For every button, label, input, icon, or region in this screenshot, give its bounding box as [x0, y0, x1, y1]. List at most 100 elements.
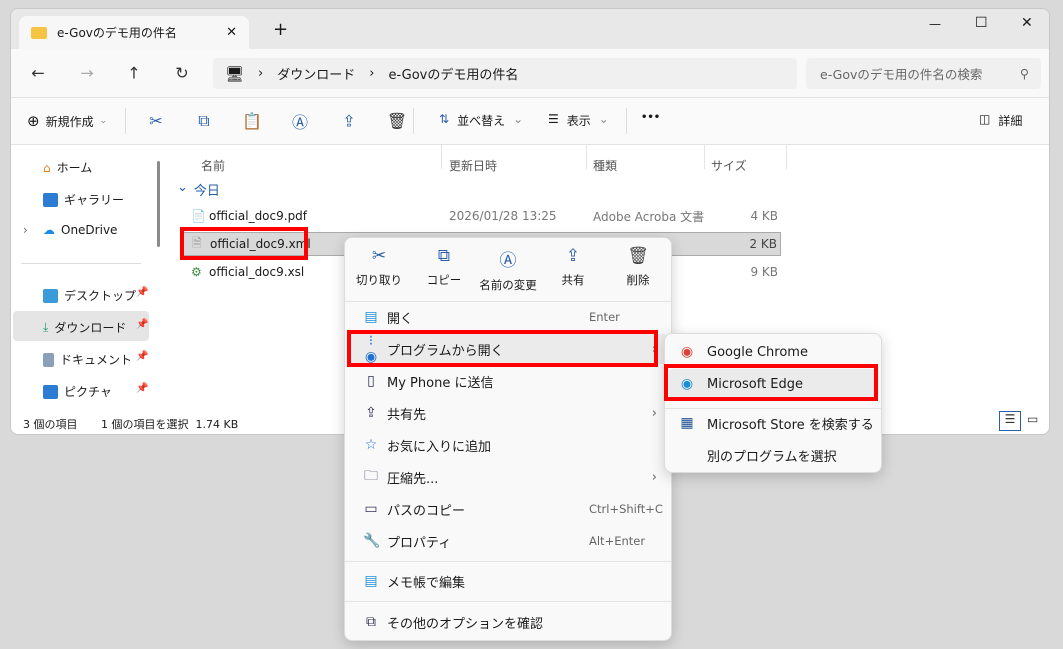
menu-cut-label: 切り取り: [356, 273, 402, 287]
menu-item-compress[interactable]: 🗀 圧縮先... ›: [349, 462, 667, 492]
column-separator: [441, 145, 442, 169]
menu-item-edit-notepad[interactable]: ▤ メモ帳で編集: [349, 566, 667, 596]
close-button[interactable]: ✕: [1021, 15, 1033, 31]
search-placeholder: e-Govのデモ用の件名の検索: [820, 67, 983, 82]
details-pane-icon: ◫: [979, 112, 991, 126]
sidebar-label: OneDrive: [61, 223, 118, 237]
minimize-button[interactable]: —: [929, 17, 941, 31]
column-header-type[interactable]: 種類: [593, 157, 617, 174]
menu-item-open[interactable]: ▤ 開く Enter: [349, 302, 667, 332]
menu-label: Microsoft Store を検索する: [707, 417, 874, 433]
pin-icon: 📌: [136, 287, 149, 298]
rename-icon[interactable]: Ⓐ: [292, 109, 308, 133]
breadcrumb-current[interactable]: e-Govのデモ用の件名: [388, 64, 518, 83]
delete-icon[interactable]: 🗑: [387, 112, 407, 131]
refresh-icon[interactable]: ↻: [175, 64, 188, 83]
chevron-right-icon: ›: [651, 341, 657, 357]
sidebar-label: ダウンロード: [54, 321, 127, 335]
menu-copy-button[interactable]: ⧉ コピー: [414, 246, 474, 288]
menu-item-share-to[interactable]: ⇪ 共有先 ›: [349, 398, 667, 428]
divider: [125, 108, 126, 134]
back-icon[interactable]: ←: [31, 64, 44, 83]
menu-rename-button[interactable]: Ⓐ 名前の変更: [472, 246, 544, 293]
sidebar-item-desktop[interactable]: デスクトップ: [43, 287, 136, 304]
tab-bar: e-Govのデモ用の件名 ✕ + — ☐ ✕: [11, 9, 1049, 49]
details-view-icon[interactable]: ☰: [999, 411, 1021, 431]
onedrive-cloud-icon: ☁: [43, 223, 55, 237]
sidebar-scrollbar[interactable]: [157, 161, 160, 247]
paste-icon[interactable]: 📋: [242, 112, 262, 131]
sort-button[interactable]: ⇅ 並べ替え ⌄: [439, 112, 523, 129]
file-name: official_doc9.xsl: [209, 265, 305, 279]
menu-item-properties[interactable]: 🔧 プロパティ Alt+Enter: [349, 526, 667, 556]
divider: [21, 263, 141, 264]
submenu-item-store[interactable]: ▦ Microsoft Store を検索する: [669, 408, 877, 438]
menu-share-button[interactable]: ⇪ 共有: [543, 246, 603, 288]
file-name: official_doc9.pdf: [209, 209, 308, 223]
pin-icon: 📌: [136, 351, 149, 362]
divider: [413, 108, 414, 134]
menu-delete-button[interactable]: 🗑 削除: [608, 246, 668, 288]
menu-cut-button[interactable]: ✂ 切り取り: [349, 246, 409, 288]
menu-copy-label: コピー: [426, 273, 462, 287]
new-label: 新規作成: [45, 114, 94, 129]
column-header-size[interactable]: サイズ: [711, 157, 747, 174]
breadcrumb-separator: ›: [258, 66, 264, 81]
new-tab-button[interactable]: +: [273, 19, 288, 40]
submenu-item-chrome[interactable]: ◉ Google Chrome: [669, 337, 877, 367]
menu-item-copy-path[interactable]: ▭ パスのコピー Ctrl+Shift+C: [349, 494, 667, 524]
delete-icon: 🗑: [627, 246, 649, 266]
new-button[interactable]: ⊕ 新規作成 ⌄: [27, 112, 107, 130]
column-header-date[interactable]: 更新日時: [449, 157, 497, 174]
menu-item-send-to-phone[interactable]: ▯ My Phone に送信: [349, 366, 667, 396]
menu-share-label: 共有: [561, 273, 585, 287]
tab-active[interactable]: e-Govのデモ用の件名 ✕: [19, 16, 249, 49]
tiles-view-icon[interactable]: ▭: [1027, 412, 1038, 426]
copy-icon[interactable]: ⧉: [198, 111, 209, 131]
sidebar-item-onedrive[interactable]: ☁ OneDrive: [43, 223, 117, 237]
forward-icon[interactable]: →: [80, 64, 93, 83]
up-icon[interactable]: ↑: [127, 64, 140, 83]
plus-circle-icon: ⊕: [27, 112, 40, 130]
expand-chevron-icon[interactable]: ›: [23, 223, 28, 237]
menu-shortcut: Ctrl+Shift+C: [589, 502, 663, 516]
column-header-name[interactable]: 名前: [201, 157, 225, 174]
maximize-button[interactable]: ☐: [975, 15, 988, 31]
details-button[interactable]: ◫ 詳細: [979, 112, 1022, 129]
file-date: 2026/01/28 13:25: [449, 209, 557, 223]
search-input[interactable]: e-Govのデモ用の件名の検索 ⚲: [806, 58, 1041, 89]
sidebar-item-downloads[interactable]: ⤓ ダウンロード: [43, 319, 126, 336]
gallery-icon: [43, 192, 58, 207]
menu-rename-label: 名前の変更: [479, 278, 537, 292]
menu-item-open-with[interactable]: ⁝◉ プログラムから開く ›: [349, 333, 667, 365]
menu-label: Google Chrome: [707, 344, 808, 360]
group-header-today[interactable]: ⌄ 今日: [177, 180, 220, 199]
menu-item-more-options[interactable]: ⧉ その他のオプションを確認: [349, 607, 667, 637]
sidebar-item-documents[interactable]: ドキュメント: [43, 351, 132, 368]
sidebar-label: ドキュメント: [60, 353, 133, 367]
tab-close-button[interactable]: ✕: [226, 25, 237, 40]
breadcrumb-separator: ›: [369, 66, 375, 81]
sidebar-item-pictures[interactable]: ピクチャ: [43, 383, 112, 400]
column-separator: [586, 145, 587, 169]
sidebar-label: ピクチャ: [64, 385, 112, 399]
breadcrumb-downloads[interactable]: ダウンロード: [277, 64, 355, 83]
cut-icon[interactable]: ✂: [149, 112, 162, 131]
address-bar[interactable]: 🖥 › ダウンロード › e-Govのデモ用の件名: [213, 58, 797, 89]
share-icon[interactable]: ⇪: [342, 112, 355, 131]
more-button[interactable]: •••: [641, 112, 660, 123]
menu-label: メモ帳で編集: [387, 575, 466, 591]
file-size: 4 KB: [750, 209, 778, 223]
submenu-item-edge[interactable]: ◉ Microsoft Edge: [669, 369, 877, 399]
file-row-pdf[interactable]: 📄 official_doc9.pdf 2026/01/28 13:25 Ado…: [183, 204, 781, 228]
notepad-icon: ▤: [364, 573, 378, 589]
view-button[interactable]: ☰ 表示 ⌄: [548, 112, 609, 129]
sidebar-item-gallery[interactable]: ギャラリー: [43, 191, 124, 208]
documents-icon: [43, 352, 54, 367]
menu-item-add-favorite[interactable]: ☆ お気に入りに追加: [349, 430, 667, 460]
submenu-item-choose-other[interactable]: 別のプログラムを選択: [669, 440, 877, 470]
phone-icon: ▯: [367, 373, 375, 389]
wrench-icon: 🔧: [363, 533, 381, 549]
sidebar-item-home[interactable]: ⌂ ホーム: [43, 159, 92, 176]
home-icon: ⌂: [43, 160, 51, 175]
